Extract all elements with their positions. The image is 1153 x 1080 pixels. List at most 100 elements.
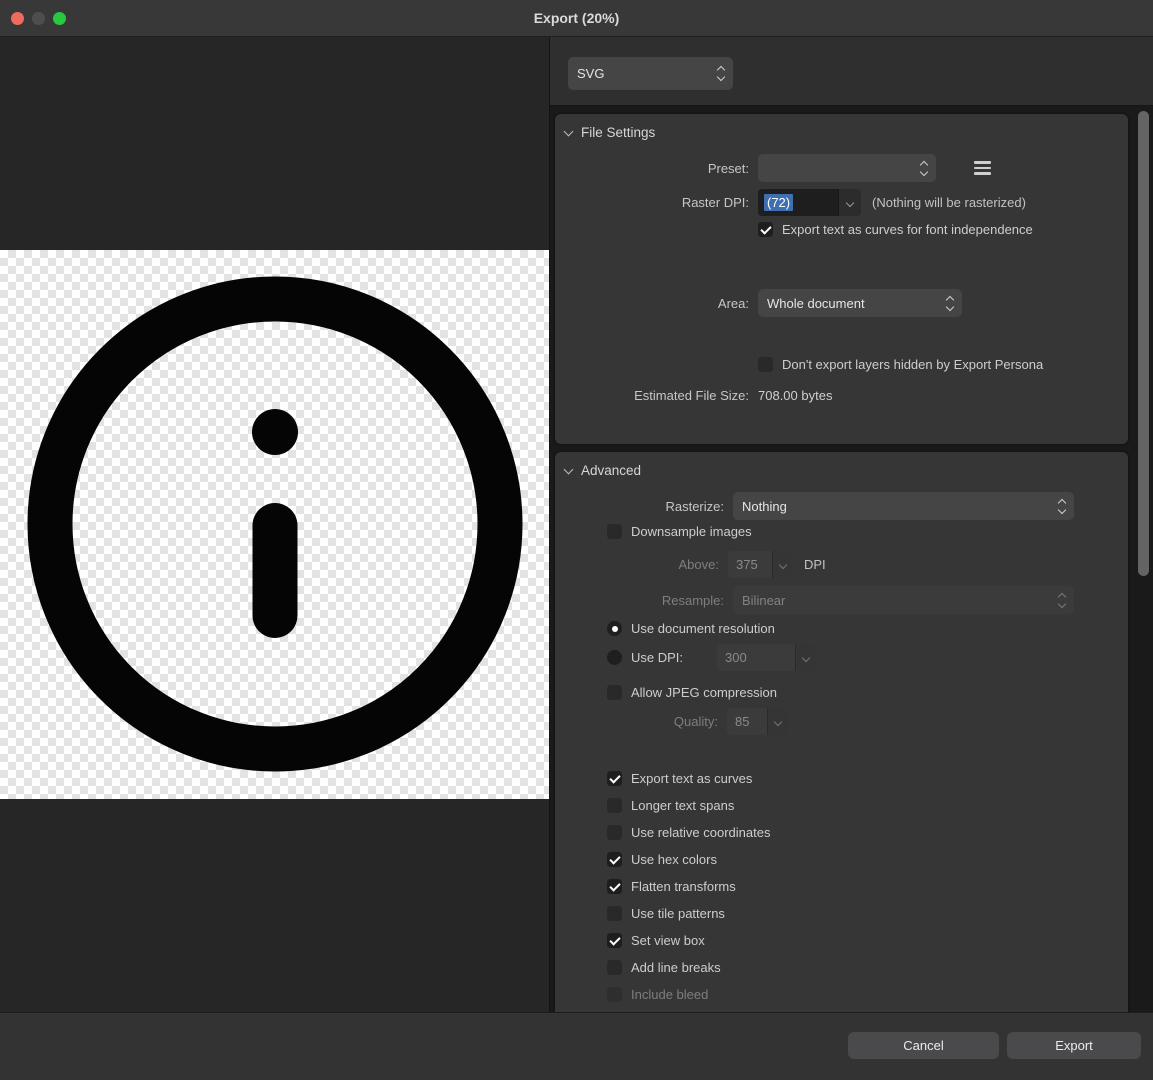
section-title: Advanced <box>581 463 641 478</box>
title-bar: Export (20%) <box>0 0 1153 37</box>
option-row[interactable]: Export text as curves <box>555 765 1128 792</box>
zoom-button[interactable] <box>53 12 66 25</box>
option-checkbox[interactable] <box>607 771 622 786</box>
stepper-icon <box>718 67 724 80</box>
use-dpi-dropdown-button[interactable] <box>795 644 816 671</box>
downsample-checkbox[interactable] <box>607 524 622 539</box>
stepper-icon <box>921 162 927 175</box>
export-curves-label: Export text as curves for font independe… <box>782 222 1033 237</box>
jpeg-checkbox[interactable] <box>607 685 622 700</box>
estimated-size-label: Estimated File Size: <box>565 388 749 403</box>
area-label: Area: <box>565 296 749 311</box>
advanced-header[interactable]: Advanced <box>555 452 1128 478</box>
option-checkbox[interactable] <box>607 906 622 921</box>
chevron-down-icon <box>802 653 810 661</box>
raster-dpi-label: Raster DPI: <box>565 195 749 210</box>
chevron-down-icon <box>774 717 782 725</box>
above-value[interactable]: 375 <box>728 551 772 578</box>
option-label: Include bleed <box>631 987 708 1002</box>
hidden-layers-row[interactable]: Don't export layers hidden by Export Per… <box>555 357 1128 372</box>
use-dpi-radio[interactable] <box>607 650 622 665</box>
export-curves-checkbox[interactable] <box>758 222 773 237</box>
traffic-lights <box>11 0 66 37</box>
jpeg-label: Allow JPEG compression <box>631 685 777 700</box>
transparency-checkerboard <box>0 250 549 799</box>
format-select-value: SVG <box>577 66 710 81</box>
dialog-footer: Cancel Export <box>0 1012 1153 1080</box>
minimize-button <box>32 12 45 25</box>
raster-dpi-value: (72) <box>764 194 793 211</box>
above-dropdown-button[interactable] <box>772 551 793 578</box>
format-select[interactable]: SVG <box>568 57 733 90</box>
option-checkbox[interactable] <box>607 825 622 840</box>
option-row[interactable]: Use relative coordinates <box>555 819 1128 846</box>
rasterize-label: Rasterize: <box>565 499 724 514</box>
export-options-panel: SVG File Settings Preset: Raster DPI: (7… <box>549 37 1153 1012</box>
above-label: Above: <box>565 557 719 572</box>
quality-dropdown-button[interactable] <box>767 708 788 735</box>
option-row[interactable]: Add line breaks <box>555 954 1128 981</box>
resample-label: Resample: <box>565 593 724 608</box>
file-settings-card: File Settings Preset: Raster DPI: (72) (… <box>553 112 1130 446</box>
above-combo: 375 <box>728 551 793 578</box>
chevron-down-icon <box>564 126 574 136</box>
hidden-layers-checkbox[interactable] <box>758 357 773 372</box>
option-label: Export text as curves <box>631 771 752 786</box>
option-checkbox[interactable] <box>607 933 622 948</box>
option-checkbox[interactable] <box>607 798 622 813</box>
use-dpi-row[interactable]: Use DPI: 300 <box>555 644 1128 671</box>
use-doc-res-radio[interactable] <box>607 621 622 636</box>
option-row[interactable]: Use tile patterns <box>555 900 1128 927</box>
advanced-card: Advanced Rasterize: Nothing Downsample i… <box>553 450 1130 1025</box>
rasterize-select-value: Nothing <box>742 499 1051 514</box>
option-row[interactable]: Flatten transforms <box>555 873 1128 900</box>
option-label: Add line breaks <box>631 960 721 975</box>
export-curves-row[interactable]: Export text as curves for font independe… <box>555 222 1128 237</box>
above-row: Above: 375 DPI <box>555 551 1128 578</box>
preset-select[interactable] <box>758 154 936 182</box>
stepper-icon <box>1059 594 1065 607</box>
raster-dpi-dropdown-button[interactable] <box>838 189 861 216</box>
chevron-down-icon <box>779 560 787 568</box>
chevron-down-icon <box>846 198 854 206</box>
above-unit: DPI <box>804 557 826 572</box>
stepper-icon <box>947 297 953 310</box>
raster-dpi-row: Raster DPI: (72) (Nothing will be raster… <box>555 189 1128 216</box>
option-checkbox[interactable] <box>607 852 622 867</box>
option-checkbox[interactable] <box>607 960 622 975</box>
use-dpi-label: Use DPI: <box>631 650 717 665</box>
use-dpi-value[interactable]: 300 <box>717 644 795 671</box>
cancel-button[interactable]: Cancel <box>848 1032 999 1059</box>
panel-scrollbar[interactable] <box>1138 111 1149 576</box>
option-checkbox[interactable] <box>607 879 622 894</box>
jpeg-row[interactable]: Allow JPEG compression <box>555 685 1128 700</box>
preset-menu-icon[interactable] <box>974 161 991 175</box>
rasterize-select[interactable]: Nothing <box>733 492 1074 520</box>
close-button[interactable] <box>11 12 24 25</box>
use-doc-res-row[interactable]: Use document resolution <box>555 621 1128 636</box>
hidden-layers-label: Don't export layers hidden by Export Per… <box>782 357 1043 372</box>
export-button[interactable]: Export <box>1007 1032 1141 1059</box>
raster-dpi-input[interactable]: (72) <box>758 189 838 216</box>
info-icon <box>0 250 549 799</box>
format-strip: SVG <box>550 37 1153 106</box>
option-row[interactable]: Set view box <box>555 927 1128 954</box>
option-row[interactable]: Include bleed <box>555 981 1128 1008</box>
resample-select[interactable]: Bilinear <box>733 586 1074 614</box>
option-row[interactable]: Longer text spans <box>555 792 1128 819</box>
stepper-icon <box>1059 500 1065 513</box>
downsample-label: Downsample images <box>631 524 752 539</box>
section-title: File Settings <box>581 125 655 140</box>
area-select[interactable]: Whole document <box>758 289 962 317</box>
window-title: Export (20%) <box>534 10 620 26</box>
quality-row: Quality: 85 <box>555 708 1128 735</box>
option-row[interactable]: Use hex colors <box>555 846 1128 873</box>
quality-value[interactable]: 85 <box>727 708 767 735</box>
option-label: Set view box <box>631 933 705 948</box>
file-settings-header[interactable]: File Settings <box>555 114 1128 140</box>
downsample-row[interactable]: Downsample images <box>555 524 1128 539</box>
preset-label: Preset: <box>565 161 749 176</box>
option-label: Longer text spans <box>631 798 734 813</box>
raster-dpi-combo: (72) <box>758 189 861 216</box>
raster-dpi-note: (Nothing will be rasterized) <box>872 195 1026 210</box>
